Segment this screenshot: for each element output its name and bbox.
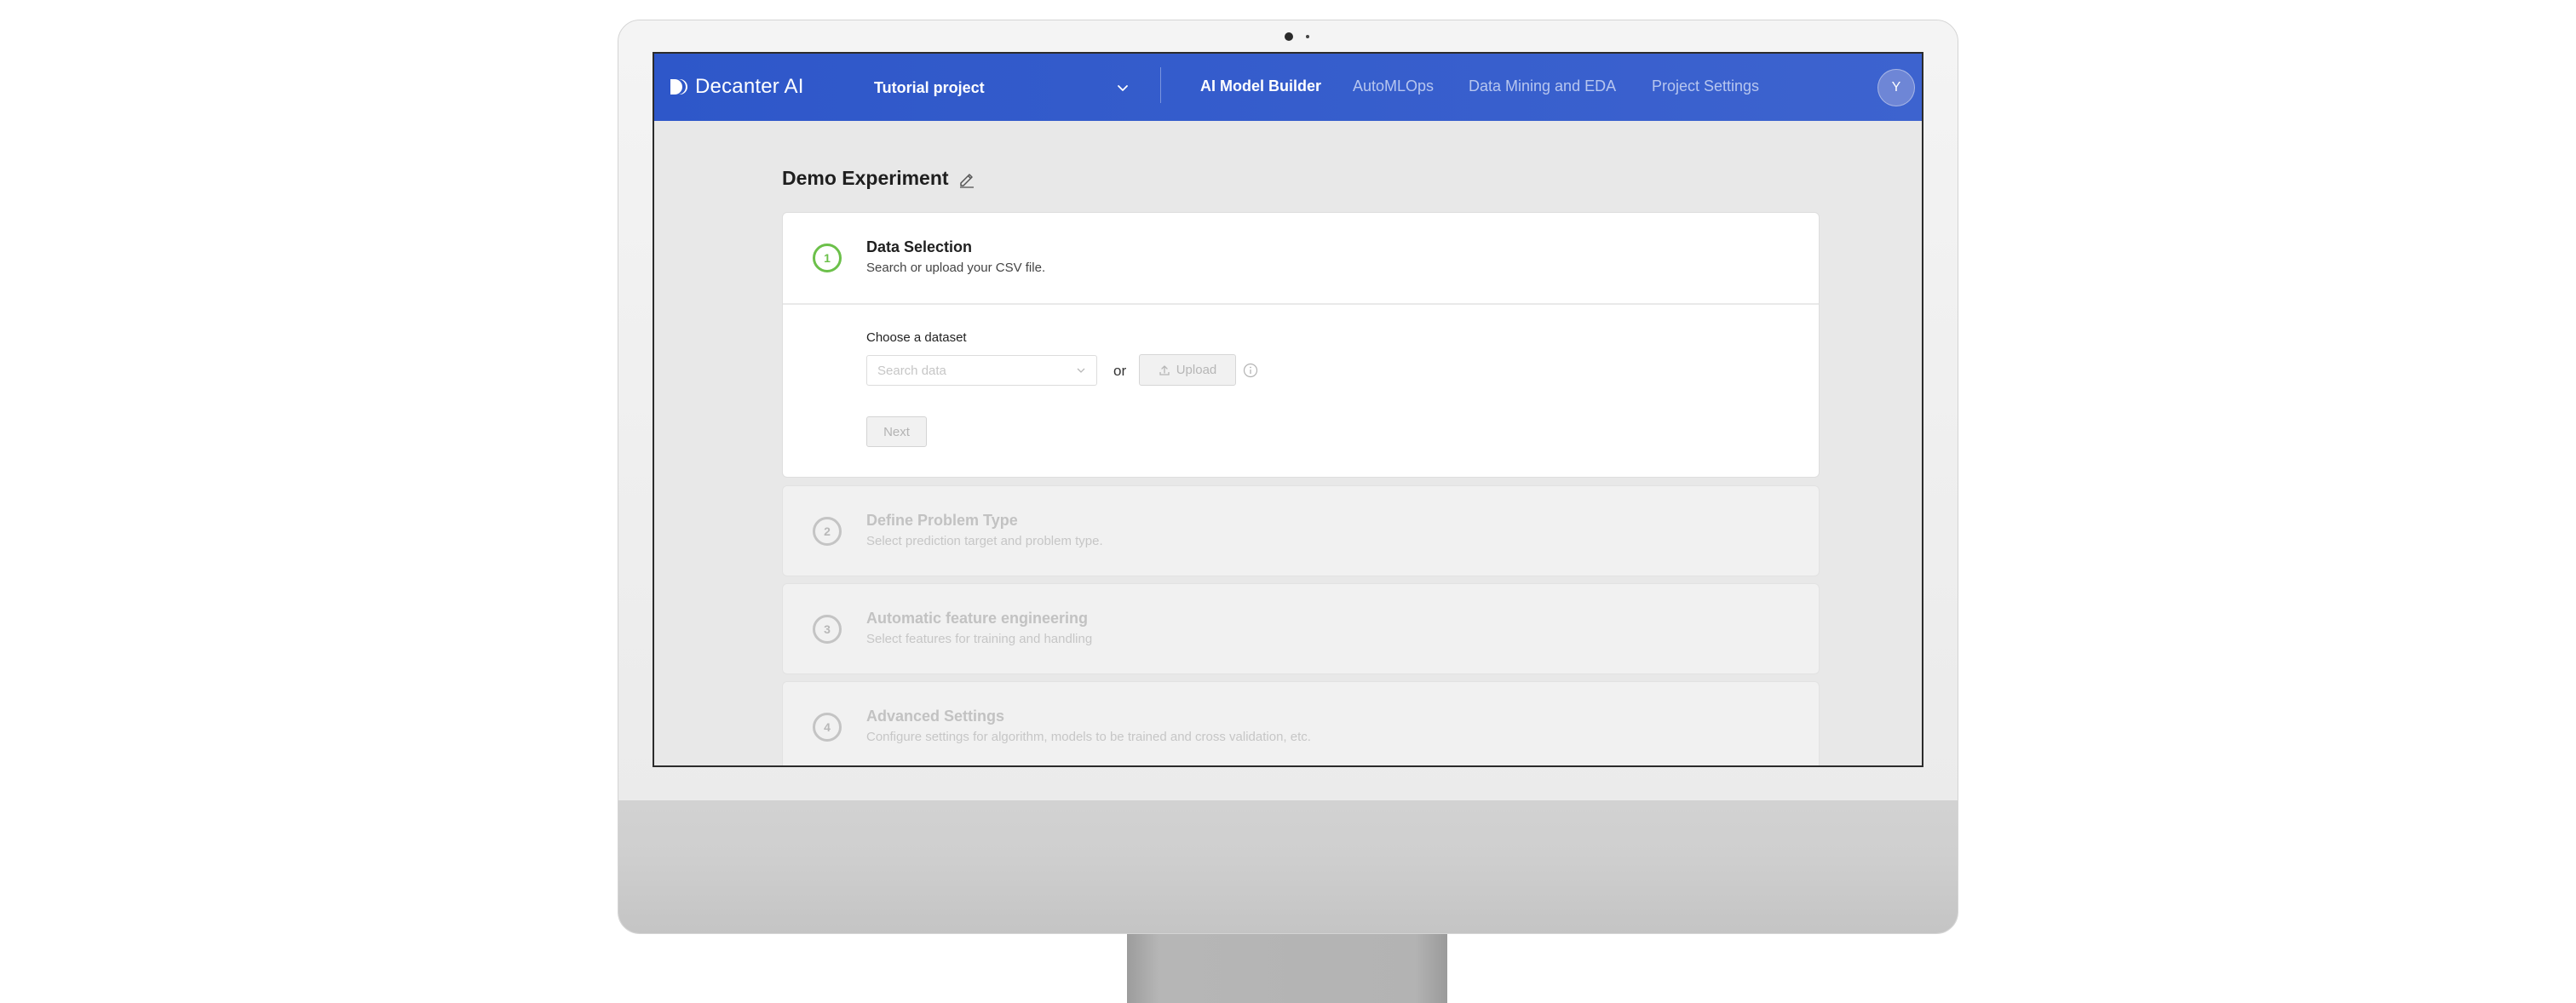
- next-button[interactable]: Next: [866, 416, 927, 447]
- dataset-search-select[interactable]: Search data: [866, 355, 1097, 386]
- pencil-icon[interactable]: [957, 169, 976, 188]
- search-placeholder: Search data: [877, 363, 946, 378]
- upload-label: Upload: [1176, 363, 1217, 377]
- step-description: Configure settings for algorithm, models…: [866, 730, 1311, 744]
- chevron-down-icon: [1118, 85, 1128, 91]
- step-card-data-selection: 1 Data Selection Search or upload your C…: [782, 212, 1820, 478]
- chevron-down-icon: [1077, 368, 1085, 373]
- user-avatar[interactable]: Y: [1877, 69, 1915, 106]
- step-number-badge: 4: [813, 713, 842, 742]
- upload-icon: [1159, 364, 1170, 375]
- or-separator: or: [1113, 363, 1127, 379]
- decanter-logo-icon: [670, 79, 687, 95]
- nav-ai-model-builder[interactable]: AI Model Builder: [1200, 77, 1321, 95]
- step-description: Select features for training and handlin…: [866, 632, 1093, 646]
- brand-logo[interactable]: Decanter AI: [670, 74, 804, 100]
- step-number-badge: 1: [813, 244, 842, 272]
- step-title: Automatic feature engineering: [866, 610, 1089, 627]
- step-description: Select prediction target and problem typ…: [866, 534, 1103, 548]
- step-card-automatic-feature-engineering[interactable]: 3 Automatic feature engineering Select f…: [782, 583, 1820, 674]
- experiment-header: Demo Experiment: [782, 167, 976, 190]
- step-title: Define Problem Type: [866, 512, 1018, 529]
- project-name: Tutorial project: [874, 78, 985, 96]
- nav-divider: [1160, 67, 1161, 103]
- nav-automlops[interactable]: AutoMLOps: [1353, 77, 1434, 95]
- step-number-badge: 2: [813, 517, 842, 546]
- top-navbar: Decanter AI Tutorial project AI Model Bu…: [654, 54, 1922, 121]
- page-title: Demo Experiment: [782, 167, 949, 189]
- monitor-chin: [618, 800, 1958, 933]
- project-selector[interactable]: Tutorial project: [874, 72, 1130, 103]
- step-description: Search or upload your CSV file.: [866, 261, 1046, 275]
- upload-button[interactable]: Upload: [1139, 354, 1236, 386]
- nav-project-settings[interactable]: Project Settings: [1652, 77, 1759, 95]
- app-screen: Decanter AI Tutorial project AI Model Bu…: [653, 52, 1923, 767]
- next-label: Next: [883, 424, 910, 439]
- camera-sensor: [1306, 35, 1309, 38]
- step-card-advanced-settings[interactable]: 4 Advanced Settings Configure settings f…: [782, 681, 1820, 765]
- choose-dataset-label: Choose a dataset: [866, 330, 967, 345]
- camera-icon: [1285, 32, 1293, 41]
- step-title: Advanced Settings: [866, 708, 1005, 725]
- step-number-badge: 3: [813, 615, 842, 644]
- brand-name: Decanter AI: [695, 75, 804, 98]
- card-divider: [783, 303, 1819, 305]
- monitor-stand: [1127, 934, 1447, 1003]
- step-title: Data Selection: [866, 238, 973, 255]
- step-card-define-problem-type[interactable]: 2 Define Problem Type Select prediction …: [782, 485, 1820, 576]
- nav-data-mining-eda[interactable]: Data Mining and EDA: [1469, 77, 1616, 95]
- info-icon[interactable]: [1243, 363, 1258, 378]
